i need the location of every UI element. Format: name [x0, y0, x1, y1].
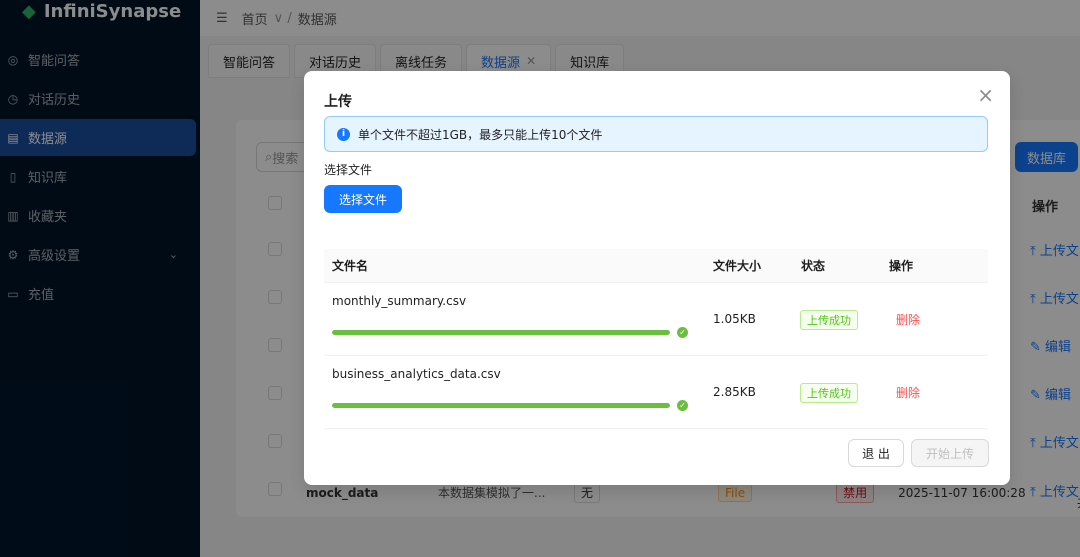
- col-action: 操作: [889, 259, 914, 273]
- status-badge: 上传成功: [800, 310, 858, 330]
- upload-progress-fill: [332, 330, 670, 335]
- file-name: business_analytics_data.csv: [332, 367, 501, 381]
- delete-link[interactable]: 删除: [896, 311, 920, 328]
- info-icon: i: [337, 127, 350, 141]
- file-row: monthly_summary.csv ✓ 1.05KB 上传成功 删除: [324, 283, 988, 356]
- file-table-header: 文件名 文件大小 状态 操作: [324, 249, 988, 283]
- close-icon[interactable]: ×: [977, 85, 994, 105]
- start-upload-button[interactable]: 开始上传: [911, 439, 989, 467]
- alert-text: 单个文件不超过1GB，最多只能上传10个文件: [358, 127, 603, 142]
- check-circle-icon: ✓: [677, 327, 688, 338]
- modal-title: 上传: [324, 94, 352, 110]
- file-table: 文件名 文件大小 状态 操作 monthly_summary.csv ✓ 1.0…: [324, 249, 988, 429]
- file-name: monthly_summary.csv: [332, 294, 467, 308]
- file-size: 2.85KB: [713, 385, 756, 399]
- upload-limit-alert: i 单个文件不超过1GB，最多只能上传10个文件: [324, 116, 988, 152]
- file-size: 1.05KB: [713, 312, 756, 326]
- check-circle-icon: ✓: [677, 400, 688, 411]
- upload-progress-bar: [332, 403, 670, 408]
- col-filesize: 文件大小: [713, 259, 762, 273]
- upload-progress-fill: [332, 403, 670, 408]
- delete-link[interactable]: 删除: [896, 384, 920, 401]
- col-filename: 文件名: [332, 259, 369, 273]
- select-file-label: 选择文件: [324, 163, 373, 177]
- select-file-button[interactable]: 选择文件: [324, 185, 402, 213]
- exit-button[interactable]: 退 出: [848, 439, 904, 467]
- col-status: 状态: [801, 259, 826, 273]
- upload-progress-bar: [332, 330, 670, 335]
- file-row: business_analytics_data.csv ✓ 2.85KB 上传成…: [324, 356, 988, 429]
- upload-modal: 上传 × i 单个文件不超过1GB，最多只能上传10个文件 选择文件 选择文件 …: [304, 71, 1010, 485]
- status-badge: 上传成功: [800, 383, 858, 403]
